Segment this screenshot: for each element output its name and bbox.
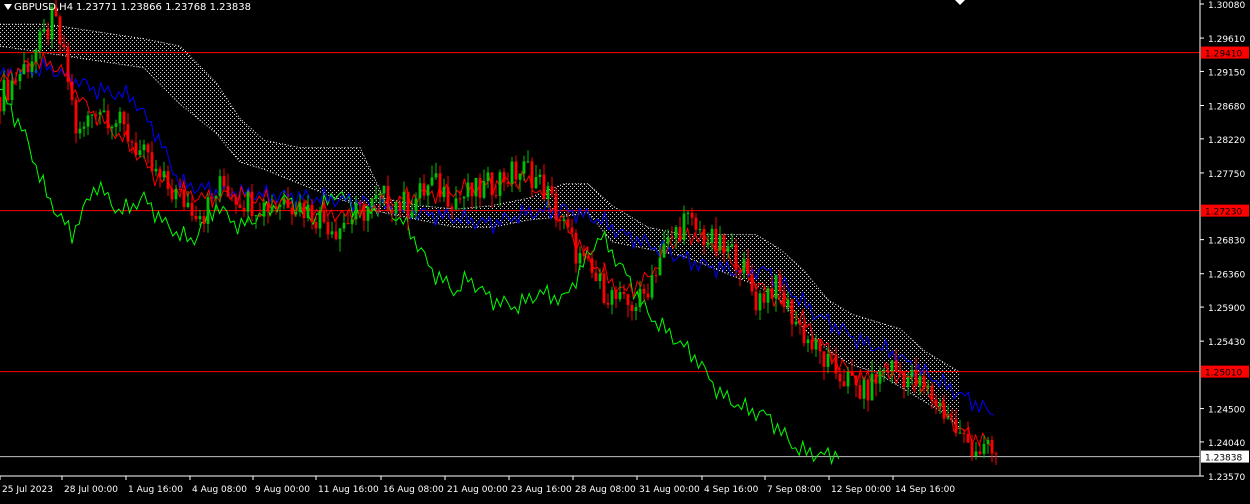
x-tick-label: 23 Aug 16:00: [511, 485, 572, 495]
price-chart[interactable]: 1.29410 1.27230 1.25010 1.23838 1.30080 1.29…: [0, 0, 1250, 500]
ohlc-readout: 1.23771 1.23866 1.23768 1.23838: [76, 2, 251, 13]
current-price-label: 1.23838: [1205, 454, 1242, 464]
x-tick-label: 16 Aug 08:00: [383, 485, 444, 495]
y-tick-label: 1.29150: [1208, 68, 1245, 78]
chart-window[interactable]: 1.29410 1.27230 1.25010 1.23838 1.30080 1.29…: [0, 0, 1250, 500]
level-price-label: 1.27230: [1205, 208, 1242, 218]
y-tick-label: 1.24040: [1208, 439, 1245, 449]
y-tick-label: 1.28220: [1208, 136, 1245, 146]
x-tick-label: 9 Aug 00:00: [255, 485, 310, 495]
x-tick-label: 31 Aug 00:00: [639, 485, 700, 495]
y-tick-label: 1.25430: [1208, 338, 1245, 348]
y-tick-label: 1.23570: [1208, 473, 1245, 483]
level-price-label: 1.29410: [1205, 50, 1242, 60]
x-tick-label: 1 Aug 16:00: [128, 485, 183, 495]
x-tick-label: 28 Jul 00:00: [64, 485, 118, 495]
level-price-label: 1.25010: [1205, 369, 1242, 379]
x-tick-label: 11 Aug 16:00: [318, 485, 379, 495]
x-tick-label: 25 Jul 2023: [2, 485, 53, 495]
y-tick-label: 1.28680: [1208, 103, 1245, 113]
x-tick-label: 12 Sep 00:00: [831, 485, 891, 495]
y-tick-label: 1.29610: [1208, 35, 1245, 45]
y-tick-label: 1.30080: [1208, 1, 1245, 11]
x-tick-label: 4 Sep 16:00: [704, 485, 759, 495]
y-tick-label: 1.25900: [1208, 304, 1245, 314]
y-tick-label: 1.27750: [1208, 170, 1245, 180]
symbol-label: GBPUSD,H4: [14, 2, 73, 13]
x-tick-label: 21 Aug 00:00: [447, 485, 508, 495]
x-tick-label: 4 Aug 08:00: [192, 485, 247, 495]
x-tick-label: 7 Sep 08:00: [767, 485, 822, 495]
y-tick-label: 1.26830: [1208, 237, 1245, 247]
y-tick-label: 1.26360: [1208, 271, 1245, 281]
x-tick-label: 14 Sep 16:00: [895, 485, 955, 495]
y-tick-label: 1.24500: [1208, 406, 1245, 416]
x-tick-label: 28 Aug 08:00: [575, 485, 636, 495]
